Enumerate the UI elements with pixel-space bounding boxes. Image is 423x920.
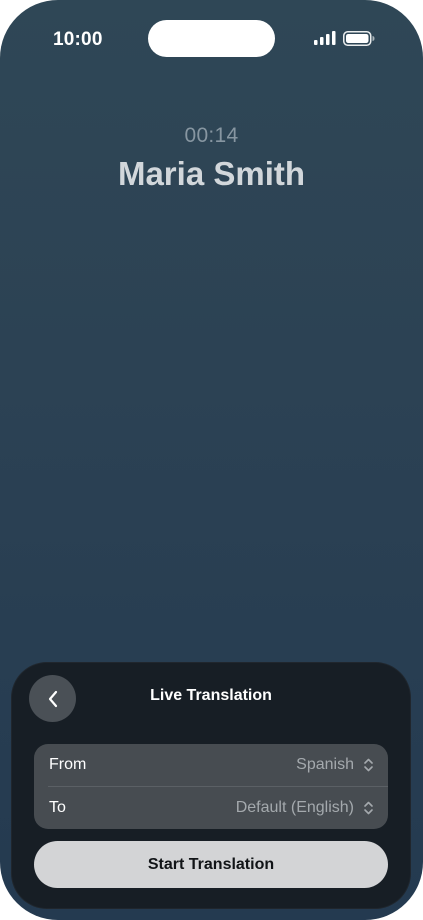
sheet-title: Live Translation [150,687,272,704]
live-translation-sheet: Live Translation From Spanish To Default… [11,662,411,909]
to-language-value: Default (English) [235,799,354,816]
from-language-value: Spanish [296,756,354,773]
status-time: 10:00 [53,29,103,50]
status-bar: 10:00 [0,0,423,78]
to-language-row[interactable]: To Default (English) [34,787,388,829]
caller-name: Maria Smith [117,155,306,192]
language-selector-panel: From Spanish To Default (English) [34,744,388,829]
to-label: To [49,799,66,816]
dynamic-island [148,20,275,57]
chevron-updown-icon [364,758,373,772]
cellular-signal-icon [314,31,336,45]
from-language-row[interactable]: From Spanish [34,744,388,786]
from-label: From [49,756,87,773]
chevron-updown-icon [364,801,373,815]
battery-icon [343,31,375,46]
phone-screen: 10:00 00:14 Maria Smith Live Translation… [0,0,423,920]
call-timer: 00:14 [184,124,239,147]
start-translation-button[interactable]: Start Translation [34,841,388,888]
call-header: 00:14 Maria Smith [0,122,423,194]
